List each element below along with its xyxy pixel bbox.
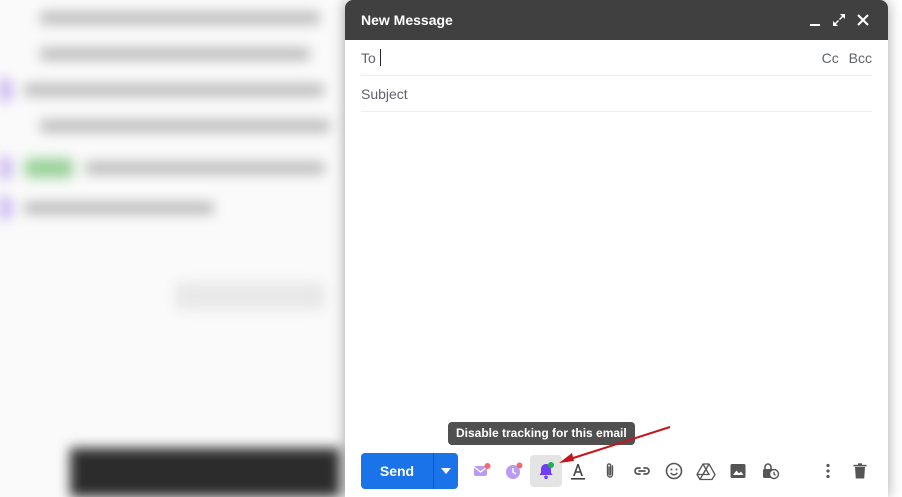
inbox-row (0, 72, 345, 108)
fullscreen-button[interactable] (828, 9, 850, 31)
inbox-row (0, 150, 345, 186)
inbox-row (0, 0, 345, 36)
schedule-send-icon[interactable] (498, 455, 530, 487)
send-options-button[interactable] (433, 453, 458, 489)
send-button-group: Send (361, 453, 458, 489)
inbox-row (0, 190, 345, 226)
cc-bcc-links: Cc Bcc (816, 50, 872, 66)
to-field[interactable]: To Cc Bcc (361, 40, 872, 76)
background-blur-block (175, 282, 325, 310)
dropdown-arrow-icon (441, 468, 451, 474)
inbox-row (0, 36, 345, 72)
minimize-icon (810, 24, 820, 26)
text-cursor (379, 49, 381, 66)
expand-icon (833, 14, 845, 26)
drive-icon[interactable] (690, 455, 722, 487)
subject-placeholder: Subject (361, 85, 408, 102)
to-label: To (361, 49, 376, 66)
background-dark-bar (70, 448, 340, 497)
compose-header: New Message (345, 0, 888, 40)
close-icon (857, 14, 869, 26)
message-body[interactable] (361, 113, 872, 443)
cc-link[interactable]: Cc (822, 50, 839, 66)
subject-field[interactable]: Subject (361, 76, 872, 112)
discard-icon[interactable] (844, 455, 876, 487)
background-inbox (0, 0, 345, 497)
close-button[interactable] (852, 9, 874, 31)
send-button[interactable]: Send (361, 453, 433, 489)
compose-title: New Message (361, 12, 453, 28)
mail-merge-icon[interactable] (466, 455, 498, 487)
photo-icon[interactable] (722, 455, 754, 487)
minimize-button[interactable] (804, 9, 826, 31)
bcc-link[interactable]: Bcc (849, 50, 872, 66)
inbox-row (0, 108, 345, 144)
more-options-icon[interactable] (812, 455, 844, 487)
confidential-mode-icon[interactable] (754, 455, 786, 487)
annotation-arrow (559, 426, 671, 463)
